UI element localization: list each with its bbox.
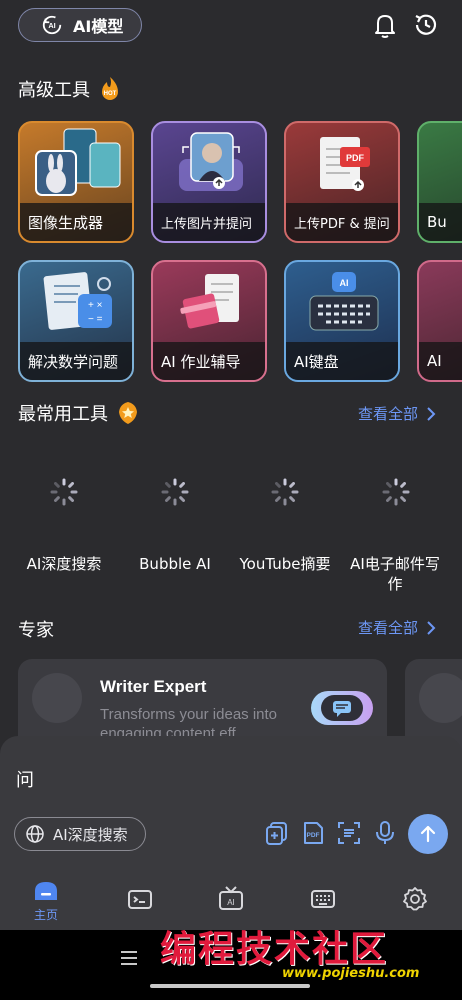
tool-bubble-ai[interactable]: Bubble AI bbox=[123, 554, 227, 574]
send-button[interactable] bbox=[408, 814, 448, 854]
history-icon[interactable] bbox=[411, 10, 441, 40]
keyboard-icon[interactable] bbox=[310, 888, 336, 910]
loading-spinner-icon bbox=[271, 478, 299, 506]
app-screen: AI AI模型 高级工具 HOT 图像生成器 上传图片并提问 PDF 上传PDF… bbox=[0, 0, 462, 1000]
image-generator-art bbox=[35, 128, 121, 196]
arrow-up-icon bbox=[420, 825, 436, 843]
home-indicator[interactable] bbox=[150, 984, 310, 988]
scan-icon[interactable] bbox=[336, 820, 362, 846]
ai-keyboard-art: AI bbox=[309, 272, 379, 331]
experts-title: 专家 bbox=[18, 620, 54, 641]
svg-text:AI: AI bbox=[48, 21, 55, 30]
loading-spinner-icon bbox=[161, 478, 189, 506]
tool-email-writer[interactable]: AI电子邮件写作 bbox=[346, 554, 444, 594]
globe-icon bbox=[26, 825, 44, 843]
add-file-icon[interactable] bbox=[264, 820, 290, 846]
tool-youtube-summary[interactable]: YouTube摘要 bbox=[233, 554, 337, 574]
card-label: 图像生成器 bbox=[20, 203, 132, 241]
ask-input[interactable]: 问 bbox=[16, 766, 34, 792]
expert-name: Writer Expert bbox=[100, 677, 207, 696]
see-all-label: 查看全部 bbox=[357, 405, 418, 423]
bell-icon[interactable] bbox=[370, 10, 400, 40]
common-tools-title: 最常用工具 bbox=[18, 404, 108, 425]
homework-help-art bbox=[180, 274, 239, 329]
microphone-icon[interactable] bbox=[372, 820, 398, 846]
card-label: Bu bbox=[419, 203, 462, 241]
card-image-generator[interactable]: 图像生成器 bbox=[18, 121, 134, 243]
experts-header: 专家 bbox=[18, 616, 54, 642]
nav-home-label: 主页 bbox=[33, 908, 58, 922]
avatar bbox=[32, 673, 82, 723]
card-label: 上传图片并提问 bbox=[153, 203, 265, 241]
ai-model-button[interactable]: AI AI模型 bbox=[18, 8, 142, 42]
ai-refresh-icon: AI bbox=[42, 15, 62, 35]
avatar bbox=[419, 673, 462, 723]
card-label: AI键盘 bbox=[286, 342, 398, 380]
deep-search-toggle[interactable]: AI深度搜索 bbox=[14, 817, 146, 851]
advanced-tools-title: 高级工具 bbox=[18, 80, 90, 101]
svg-text:− =: − = bbox=[88, 314, 103, 325]
terminal-chat-icon[interactable] bbox=[127, 888, 153, 912]
upload-pdf-art: PDF bbox=[320, 137, 370, 191]
card-upload-pdf[interactable]: PDF 上传PDF & 提问 bbox=[284, 121, 400, 243]
svg-text:AI: AI bbox=[227, 898, 235, 907]
watermark-text: 编程技术社区 bbox=[160, 928, 389, 970]
card-label: AI bbox=[419, 342, 462, 380]
svg-text:+ ×: + × bbox=[88, 300, 103, 311]
menu-icon[interactable] bbox=[120, 950, 138, 966]
chevron-right-icon bbox=[427, 406, 436, 421]
card-partial-right[interactable]: Bu bbox=[417, 121, 462, 243]
common-see-all-link[interactable]: 查看全部 bbox=[358, 403, 436, 424]
math-solver-art: + × − = bbox=[43, 272, 112, 330]
ai-tv-icon[interactable]: AI bbox=[218, 885, 244, 913]
advanced-tools-header: 高级工具 HOT bbox=[18, 76, 122, 102]
svg-text:PDF: PDF bbox=[307, 832, 320, 839]
nav-home[interactable]: 主页 bbox=[21, 880, 71, 924]
chevron-right-icon bbox=[427, 620, 436, 635]
svg-text:AI: AI bbox=[340, 278, 349, 288]
card-homework-help[interactable]: AI 作业辅导 bbox=[151, 260, 267, 382]
loading-spinner-icon bbox=[382, 478, 410, 506]
svg-text:PDF: PDF bbox=[346, 153, 365, 163]
card-math-solver[interactable]: + × − = 解决数学问题 bbox=[18, 260, 134, 382]
experts-see-all-link[interactable]: 查看全部 bbox=[358, 617, 436, 638]
upload-image-art bbox=[179, 132, 243, 191]
star-badge-icon bbox=[119, 402, 137, 424]
see-all-label: 查看全部 bbox=[357, 619, 418, 637]
watermark-url: www.pojieshu.com bbox=[282, 966, 420, 981]
card-label: AI 作业辅导 bbox=[153, 342, 265, 380]
hot-flame-icon: HOT bbox=[102, 77, 118, 100]
gear-icon[interactable] bbox=[402, 886, 428, 912]
tool-deep-search[interactable]: AI深度搜索 bbox=[12, 554, 116, 574]
hot-badge-text: HOT bbox=[104, 91, 117, 97]
card-label: 解决数学问题 bbox=[20, 342, 132, 380]
card-ai-keyboard[interactable]: AI AI键盘 bbox=[284, 260, 400, 382]
card-upload-image[interactable]: 上传图片并提问 bbox=[151, 121, 267, 243]
card-label: 上传PDF & 提问 bbox=[286, 203, 398, 241]
pdf-icon[interactable]: PDF bbox=[300, 820, 326, 846]
loading-spinner-icon bbox=[50, 478, 78, 506]
ai-model-label: AI模型 bbox=[73, 17, 124, 36]
card-partial-right-2[interactable]: AI bbox=[417, 260, 462, 382]
common-tools-header: 最常用工具 bbox=[18, 400, 140, 426]
home-icon bbox=[35, 882, 57, 900]
expert-chat-button[interactable] bbox=[311, 691, 373, 725]
chat-bubble-icon bbox=[321, 695, 363, 721]
deep-search-label: AI深度搜索 bbox=[53, 825, 128, 844]
